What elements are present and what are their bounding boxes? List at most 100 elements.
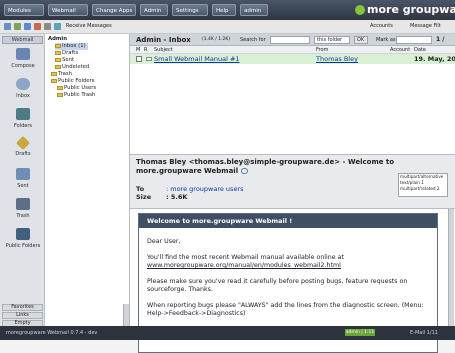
inbox-header: Admin - Inbox (1.4K / 1.2K) Search for t… (130, 34, 455, 46)
folder-icon (55, 43, 61, 48)
col-date[interactable]: Date (414, 46, 426, 54)
read-carefully-text: Please make sure you've read it carefull… (147, 278, 408, 293)
receive-messages-link[interactable]: Receive Messages (66, 23, 112, 30)
brand-text: more groupwa (367, 3, 455, 16)
message-scrollbar[interactable] (448, 209, 454, 326)
tree-item-trash[interactable]: Trash (51, 71, 72, 78)
modules-button[interactable]: Modules (4, 4, 44, 16)
status-user-badge: admin | 1:11 (345, 329, 375, 336)
tree-item-public-folders[interactable]: Public Folders (51, 78, 95, 85)
sidebar-item-label: Folders (13, 123, 33, 129)
folder-icon (57, 85, 63, 90)
inbox-icon (16, 78, 30, 90)
welcome-title: Welcome to more.groupware Webmail ! (139, 214, 437, 228)
drafts-icon (15, 135, 31, 151)
message-body: Welcome to more.groupware Webmail ! Dear… (130, 209, 455, 353)
inbox-size-note: (1.4K / 1.2K) (202, 37, 231, 42)
delete-icon[interactable] (34, 23, 41, 30)
row-checkbox[interactable] (136, 56, 142, 62)
search-input[interactable] (270, 36, 310, 44)
folder-tree: Admin Inbox (1) Drafts Sent Undeleted Tr… (45, 34, 130, 326)
public-folders-icon (16, 228, 30, 240)
folder-icon (55, 50, 61, 55)
search-label: Search for (240, 37, 266, 43)
sidebar-item-sent[interactable]: Sent (4, 168, 42, 198)
favorites-tab[interactable]: Favorites (2, 304, 43, 311)
status-right-text: E-Mail 1/11 (410, 330, 438, 336)
tree-scrollbar[interactable] (123, 304, 129, 326)
attachments-list[interactable]: multipart/alternative text/plain 1 multi… (398, 173, 448, 197)
folder-icon (57, 92, 63, 97)
reply-icon[interactable] (14, 23, 21, 30)
tree-item-drafts[interactable]: Drafts (55, 50, 78, 57)
col-subject[interactable]: Subject (154, 46, 173, 54)
message-filter-link[interactable]: Message Filt (410, 23, 441, 30)
new-icon[interactable] (4, 23, 11, 30)
message-subject[interactable]: Small Webmail Manual #1 (154, 54, 240, 64)
to-value[interactable]: : more groupware users (166, 185, 244, 193)
tree-item-public-users[interactable]: Public Users (57, 85, 96, 92)
page-indicator: 1 / (436, 36, 445, 43)
trash-icon (16, 198, 30, 210)
unread-envelope-icon (146, 57, 152, 61)
contact-icon[interactable] (240, 168, 248, 174)
main-panel: Admin - Inbox (1.4K / 1.2K) Search for t… (130, 34, 455, 353)
sidebar-item-label: Compose (11, 63, 35, 69)
folder-icon (55, 57, 61, 62)
sidebar-item-label: Sent (17, 183, 29, 189)
folder-icon (55, 64, 61, 69)
to-label: To (136, 185, 145, 193)
folder-icon (51, 78, 57, 83)
table-row[interactable]: Small Webmail Manual #1 Thomas Bley 19. … (130, 54, 455, 64)
greeting-text: Dear User, (147, 238, 181, 245)
mail-toolbar: Receive Messages Accounts Message Filt (0, 20, 455, 34)
bug-report-text: When reporting bugs please "ALWAYS" add … (147, 302, 424, 317)
change-apps-button[interactable]: Change Apps (92, 4, 136, 16)
folder-icon (51, 71, 57, 76)
message-list-header: M R Subject From Account Date (130, 46, 455, 54)
message-date: 19. May, 200 (414, 55, 455, 63)
attachment-item[interactable]: multipart/related 2 (400, 186, 447, 192)
col-account[interactable]: Account (390, 46, 410, 54)
help-button[interactable]: Help (212, 4, 236, 16)
mark-select[interactable] (396, 36, 432, 44)
sidebar-item-trash[interactable]: Trash (4, 198, 42, 228)
accounts-link[interactable]: Accounts (370, 23, 393, 30)
manual-link[interactable]: www.moregroupware.org/manual/en/modules_… (147, 262, 429, 270)
tree-item-inbox[interactable]: Inbox (1) (55, 43, 88, 50)
tree-item-admin[interactable]: Admin (48, 36, 67, 43)
sidebar-item-compose[interactable]: Compose (4, 48, 42, 78)
brand-mark-icon (355, 5, 365, 15)
brand-logo: more groupwa (355, 0, 455, 20)
folder-select[interactable]: this folder (314, 36, 350, 44)
links-tab[interactable]: Links (2, 312, 43, 319)
sidebar-item-folders[interactable]: Folders (4, 108, 42, 138)
size-value: : 5.6K (166, 193, 188, 201)
user-button[interactable]: admin (240, 4, 268, 16)
sidebar-item-label: Public Folders (5, 243, 41, 249)
print-icon[interactable] (44, 23, 51, 30)
sidebar-item-drafts[interactable]: Drafts (4, 135, 42, 168)
admin-button[interactable]: Admin (140, 4, 168, 16)
settings-button[interactable]: Settings (172, 4, 208, 16)
search-ok-button[interactable]: OK (354, 36, 368, 44)
tree-item-undeleted[interactable]: Undeleted (55, 64, 89, 71)
preview-from-line: Thomas Bley <thomas.bley@simple-groupwar… (136, 158, 395, 175)
size-label: Size (136, 193, 152, 201)
page-title: Admin - Inbox (136, 36, 191, 44)
tree-item-public-trash[interactable]: Public Trash (57, 92, 95, 99)
sidebar-item-label: Inbox (16, 93, 30, 99)
col-read[interactable]: R (144, 46, 147, 54)
webmail-button[interactable]: Webmail (48, 4, 88, 16)
sidebar-item-inbox[interactable]: Inbox (4, 78, 42, 108)
tree-item-sent[interactable]: Sent (55, 57, 74, 64)
webmail-tab[interactable]: Webmail (2, 36, 43, 44)
col-from[interactable]: From (316, 46, 328, 54)
message-from[interactable]: Thomas Bley (316, 54, 358, 64)
top-bar: Modules Webmail Change Apps Admin Settin… (0, 0, 455, 20)
sent-icon (16, 168, 30, 180)
refresh-icon[interactable] (54, 23, 61, 30)
sidebar-item-public-folders[interactable]: Public Folders (4, 228, 42, 258)
col-mark[interactable]: M (136, 46, 140, 54)
forward-icon[interactable] (24, 23, 31, 30)
